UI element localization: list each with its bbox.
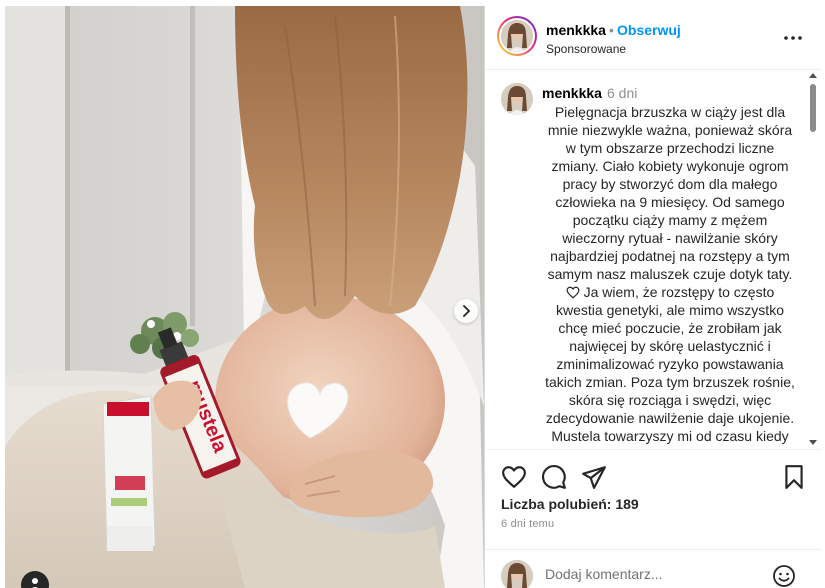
post-actions: Liczba polubień: 189 6 dni temu: [485, 449, 822, 549]
comment-icon: [542, 465, 566, 489]
caption-scrollbar[interactable]: [806, 71, 820, 449]
post-username[interactable]: menkkka: [546, 22, 606, 38]
post-photo[interactable]: mustela: [5, 6, 484, 588]
post-header: menkkka • Obserwuj Sponsorowane: [485, 6, 822, 70]
emoji-button[interactable]: [772, 564, 796, 588]
sponsored-label[interactable]: Sponsorowane: [546, 42, 626, 56]
caption-text-part1: Pielęgnacja brzuszka w ciąży jest dla mn…: [547, 104, 793, 282]
share-button[interactable]: [581, 464, 607, 490]
user-tag-icon: [32, 578, 38, 588]
post-timestamp[interactable]: 6 dni temu: [501, 518, 554, 530]
likes-count[interactable]: Liczba polubień: 189: [501, 496, 639, 512]
comment-button[interactable]: [541, 464, 567, 490]
photo-illustration: mustela: [5, 6, 484, 588]
story-ring[interactable]: [497, 16, 537, 56]
heart-outline-icon: [566, 286, 580, 299]
caption-area: menkkka 6 dni Pielęgnacja brzuszka w cią…: [485, 71, 822, 449]
bookmark-icon: [785, 465, 803, 489]
avatar: [501, 20, 533, 52]
scroll-up-arrow[interactable]: [809, 73, 817, 78]
like-button[interactable]: [501, 464, 527, 490]
carousel-next-button[interactable]: [454, 299, 478, 323]
save-button[interactable]: [781, 464, 807, 490]
current-user-avatar: [501, 560, 533, 588]
caption-avatar[interactable]: [501, 83, 533, 115]
post-dialog: mustela menkkka • Obserwuj Sponsorowane …: [0, 0, 825, 588]
comment-bar: [485, 549, 822, 588]
caption-text: Pielęgnacja brzuszka w ciąży jest dla mn…: [542, 103, 798, 445]
caption-text-part2: Ja wiem, że rozstępy to często kwestia g…: [545, 284, 795, 444]
more-options-button[interactable]: [781, 26, 805, 50]
separator-dot: •: [609, 22, 614, 38]
emoji-icon: [773, 565, 795, 587]
cream-tube: [102, 395, 156, 552]
scroll-thumb[interactable]: [810, 84, 816, 132]
chevron-right-icon: [463, 305, 470, 317]
follow-button[interactable]: Obserwuj: [617, 22, 681, 38]
heart-icon: [502, 466, 526, 488]
more-horizontal-icon: [784, 36, 802, 40]
comment-input[interactable]: [545, 562, 755, 586]
caption-time[interactable]: 6 dni: [607, 85, 637, 101]
send-icon: [582, 466, 606, 489]
caption-username[interactable]: menkkka: [542, 85, 602, 101]
post-side-panel: menkkka • Obserwuj Sponsorowane menkkka …: [484, 6, 822, 588]
scroll-down-arrow[interactable]: [809, 440, 817, 445]
